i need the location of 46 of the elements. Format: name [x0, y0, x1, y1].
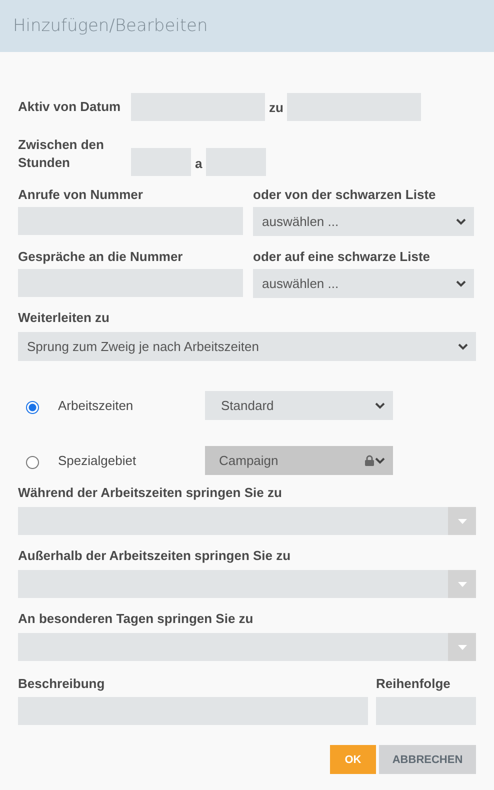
dropdown-button[interactable] — [448, 507, 476, 535]
chevron-down-icon — [458, 343, 468, 350]
cancel-button[interactable]: ABBRECHEN — [379, 745, 476, 774]
input-field[interactable] — [287, 93, 422, 121]
chevron-down-icon — [456, 218, 466, 225]
dropdown[interactable]: Sprung zum Zweig je nach Arbeitszeiten — [18, 332, 476, 361]
dropdown[interactable]: auswählen ... — [253, 269, 474, 298]
chevron-down-icon — [456, 280, 466, 287]
dropdown[interactable]: Standard — [205, 391, 393, 420]
input-field[interactable] — [206, 148, 266, 176]
field-label: Reihenfolge — [376, 675, 452, 693]
input-field[interactable] — [18, 269, 243, 297]
combo-box[interactable] — [18, 570, 476, 598]
input-field[interactable] — [18, 207, 243, 235]
combo-box[interactable] — [18, 633, 476, 661]
input-field[interactable] — [131, 148, 191, 176]
field-label: oder auf eine schwarze Liste — [253, 248, 432, 266]
chevron-down-icon — [375, 402, 385, 409]
caret-down-icon — [458, 644, 466, 650]
field-label: Außerhalb der Arbeitszeiten springen Sie zu — [18, 547, 292, 565]
dropdown[interactable]: auswählen ... — [253, 207, 474, 236]
field-label: oder von der schwarzen Liste — [253, 186, 437, 204]
dropdown-button[interactable] — [448, 570, 476, 598]
field-label: An besonderen Tagen springen Sie zu — [18, 610, 254, 628]
field-label: Aktiv von Datum — [18, 98, 122, 116]
separator-text: zu — [269, 100, 284, 114]
separator-text: a — [195, 156, 202, 171]
input-field[interactable] — [18, 697, 368, 725]
field-label: Weiterleiten zu — [18, 309, 111, 327]
caret-down-icon — [458, 518, 466, 524]
radio-label: Arbeitszeiten — [58, 398, 134, 413]
caret-down-icon — [458, 582, 466, 586]
field-label: Anrufe von Nummer — [18, 186, 144, 204]
field-label: Während der Arbeitszeiten springen Sie zu — [18, 484, 283, 502]
dropdown-button[interactable] — [448, 633, 476, 661]
combo-box[interactable] — [18, 507, 476, 535]
radio-button[interactable] — [26, 401, 39, 414]
radio-label: Spezialgebiet — [58, 453, 138, 468]
field-label: Zwischen den Stunden — [18, 136, 105, 172]
lock-icon — [365, 455, 374, 466]
input-field[interactable] — [376, 697, 476, 725]
dialog-title: Hinzufügen/Bearbeiten — [13, 16, 208, 36]
input-field[interactable] — [131, 93, 265, 121]
field-label: Gespräche an die Nummer — [18, 248, 184, 266]
chevron-down-icon — [375, 457, 385, 464]
field-label: Beschreibung — [18, 675, 106, 693]
